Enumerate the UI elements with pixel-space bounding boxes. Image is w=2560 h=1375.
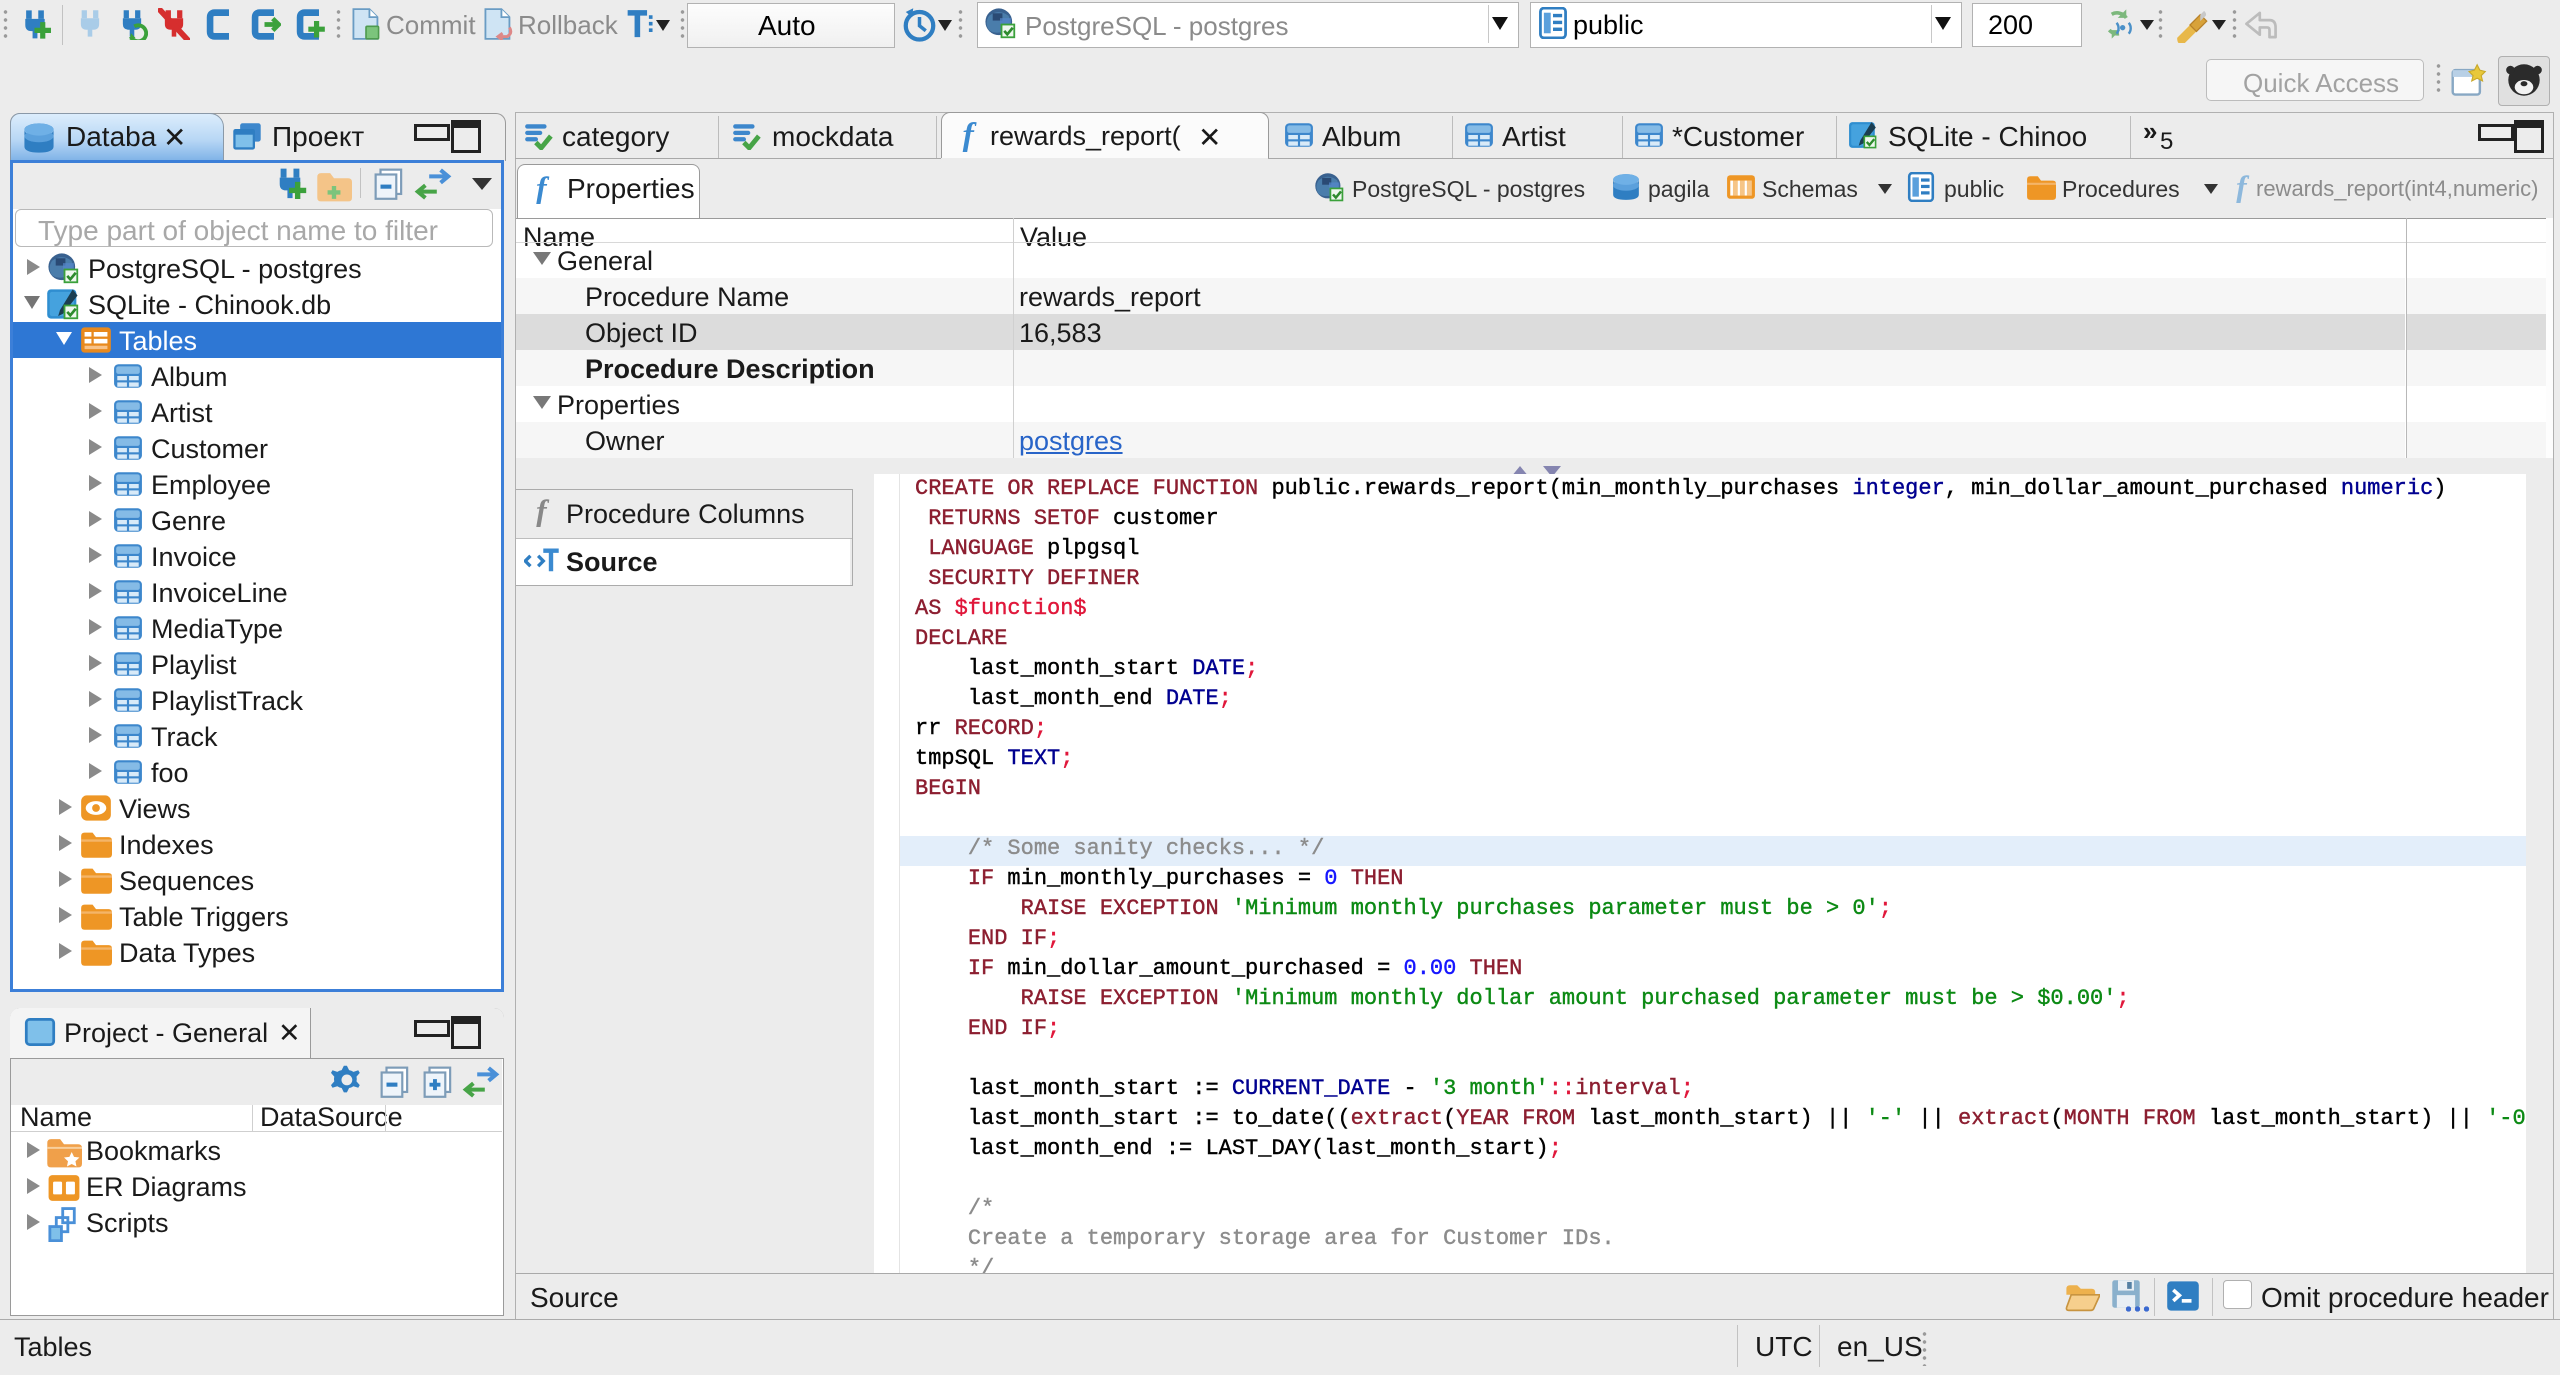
svg-text:f: f <box>536 495 550 527</box>
svg-text:f: f <box>963 118 978 152</box>
svg-text:f: f <box>2236 171 2250 203</box>
svg-text:f: f <box>536 172 550 204</box>
